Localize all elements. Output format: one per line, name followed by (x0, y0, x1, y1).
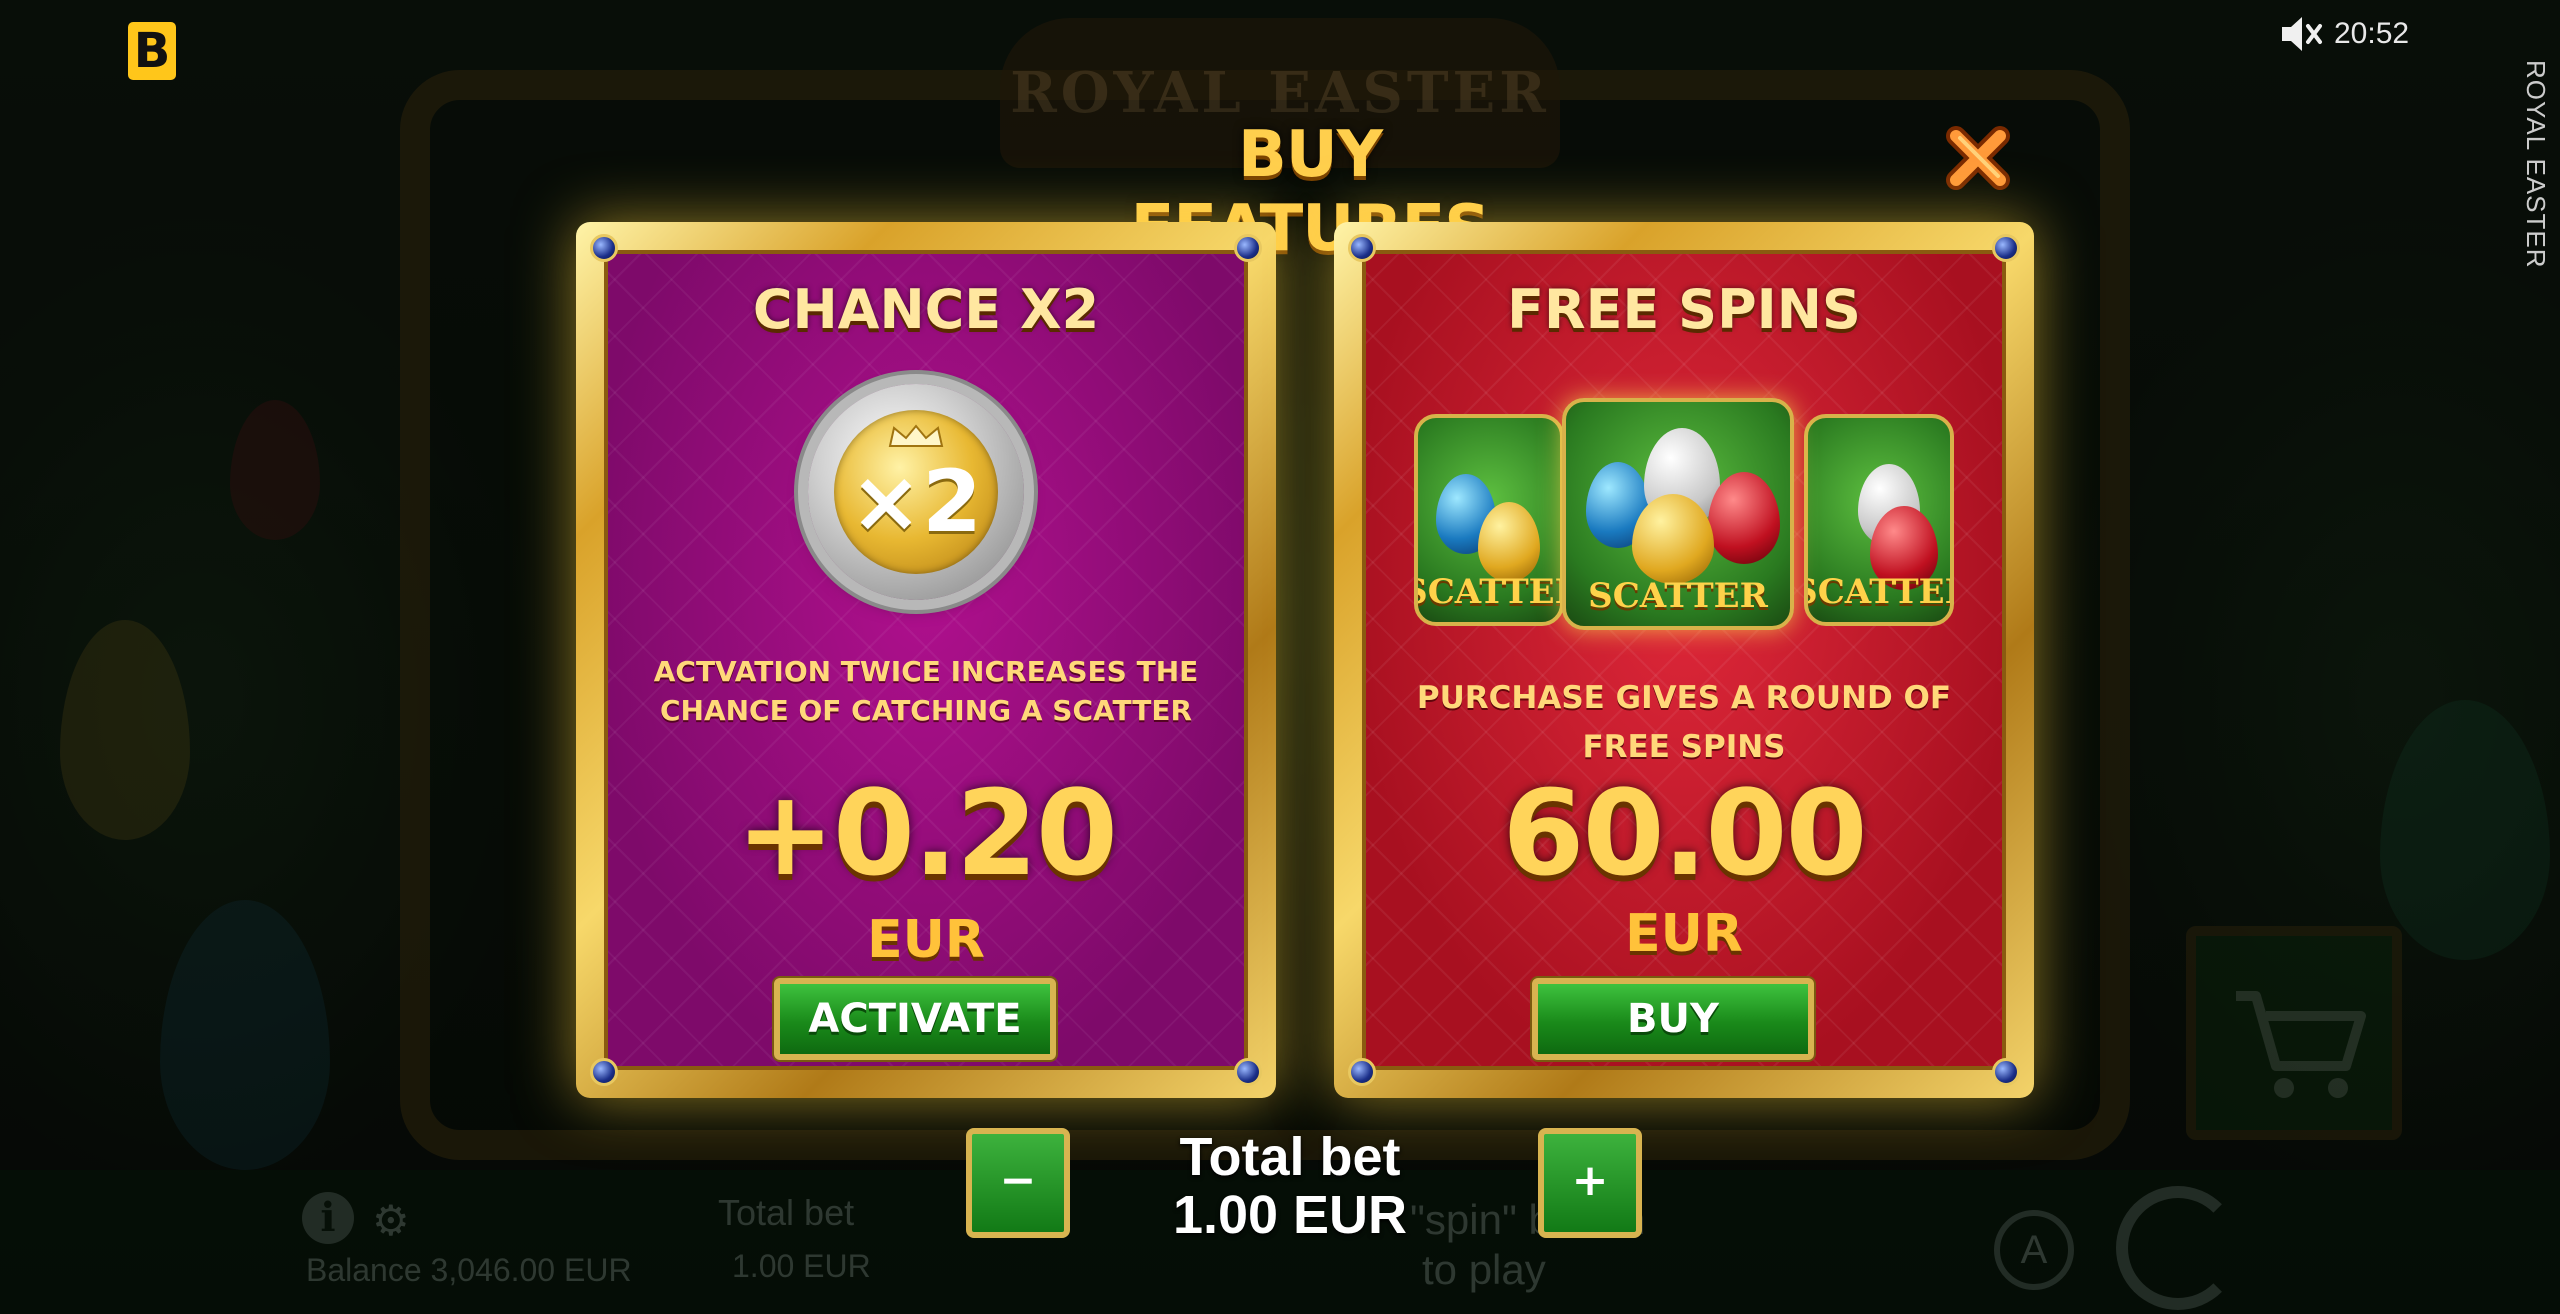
card-panel: FREE SPINS SCATTER SCATTER SCATTER PURCH… (1362, 250, 2006, 1070)
sound-muted-icon[interactable] (2280, 14, 2324, 54)
coin-face: ×2 (834, 410, 998, 574)
corner-gem (1348, 234, 1376, 262)
scatter-symbol-center: SCATTER (1562, 398, 1794, 630)
coin-multiplier: ×2 (850, 452, 982, 552)
close-x-icon (1946, 126, 2010, 190)
total-bet-label: Total bet (1179, 1127, 1401, 1187)
corner-gem (1992, 234, 2020, 262)
feature-card-chance-x2: CHANCE X2 ×2 ACTVATION TWICE INCREASES T… (576, 222, 1276, 1098)
corner-gem (590, 1058, 618, 1086)
feature-description: ACTVATION TWICE INCREASES THE CHANCE OF … (653, 655, 1199, 727)
egg-icon (1478, 502, 1540, 582)
clock-time: 20:52 (2334, 17, 2410, 50)
feature-title: FREE SPINS (1507, 278, 1861, 341)
feature-title: CHANCE X2 (752, 278, 1100, 341)
corner-gem (1348, 1058, 1376, 1086)
total-bet-value: 1.00 EUR (1172, 1185, 1408, 1245)
buy-button[interactable]: BUY (1532, 978, 1814, 1060)
feature-price: 60.00 (1502, 764, 1867, 902)
brand-logo: B (128, 22, 176, 80)
corner-gem (1234, 1058, 1262, 1086)
scatter-symbol-left: SCATTER (1414, 414, 1564, 626)
scatter-label: SCATTER (1418, 572, 1560, 612)
decrease-bet-button[interactable]: − (966, 1128, 1070, 1238)
activate-button[interactable]: ACTIVATE (774, 978, 1056, 1060)
card-panel: CHANCE X2 ×2 ACTVATION TWICE INCREASES T… (604, 250, 1248, 1070)
corner-gem (590, 234, 618, 262)
scatter-label: SCATTER (1808, 572, 1950, 612)
increase-bet-button[interactable]: + (1538, 1128, 1642, 1238)
status-bar: 20:52 (2280, 12, 2409, 56)
corner-gem (1992, 1058, 2020, 1086)
x2-coin-icon: ×2 (808, 384, 1024, 600)
crown-icon (888, 424, 944, 448)
scatter-symbol-right: SCATTER (1804, 414, 1954, 626)
scatter-label: SCATTER (1588, 576, 1768, 616)
corner-gem (1234, 234, 1262, 262)
feature-currency: EUR (867, 910, 985, 970)
close-button[interactable] (1942, 122, 2014, 194)
game-name-vertical: ROYAL EASTER (2521, 60, 2551, 269)
feature-description: PURCHASE GIVES A ROUND OF FREE SPINS (1416, 680, 1952, 765)
feature-card-free-spins: FREE SPINS SCATTER SCATTER SCATTER PURCH… (1334, 222, 2034, 1098)
feature-price: +0.20 (735, 764, 1118, 902)
egg-icon (1708, 472, 1780, 564)
feature-currency: EUR (1625, 904, 1743, 964)
